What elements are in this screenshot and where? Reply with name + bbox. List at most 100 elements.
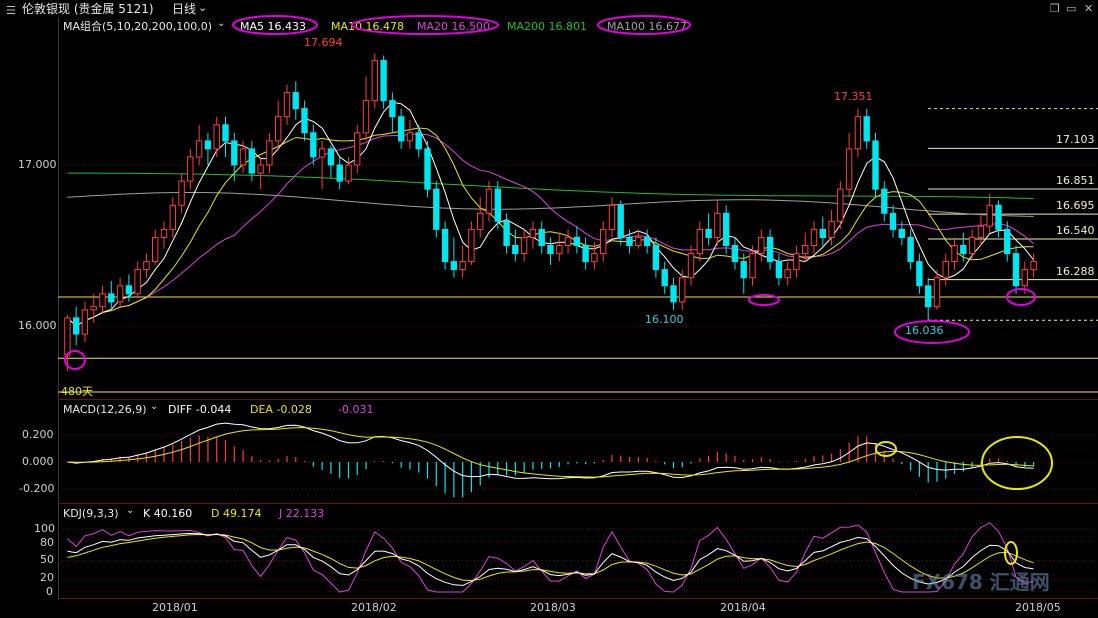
candle-body-55 [547,245,554,255]
candle-body-28 [310,132,317,158]
kdj-settings-icon[interactable]: ⌄ [126,505,134,516]
candle-body-48 [485,188,493,214]
time-label-apr: 2018/04 [720,601,766,614]
panel-separator-macd [58,399,1098,400]
price-tick-17: 17.000 [18,158,57,171]
candle-body-15 [195,140,203,158]
window-controls: ❐ ▭ ✕ [1046,2,1096,16]
level-label-16288: 16.288 [1056,265,1095,278]
ma10-value: MA10 16.478 [331,20,405,33]
kdj-k-line [67,532,1034,586]
candle-body-78 [749,253,756,279]
candle-body-61 [600,228,607,255]
candle-body-90 [854,116,862,150]
price-chart-svg[interactable] [0,0,1098,618]
macd-dea-value: DEA -0.028 [250,403,312,416]
candle-body-20 [239,148,247,166]
macd-label[interactable]: MACD(12,26,9) [63,403,147,417]
high-label-17351: 17.351 [834,90,873,103]
ma100-value: MA100 16.677 [607,20,688,33]
candle-body-49 [494,188,502,222]
candle-body-85 [810,228,818,246]
kdj-tick-1: 80 [40,536,54,549]
macd-settings-icon[interactable]: ⌄ [150,401,158,412]
candle-body-69 [670,285,677,303]
ma-combination-label[interactable]: MA组合(5,10,20,200,100,0) [63,20,212,34]
highlight-circle-kdj [1004,541,1018,565]
menu-icon[interactable]: ☰ [6,4,16,17]
candle-body-95 [898,228,905,238]
macd-value: -0.031 [338,403,374,416]
candle-body-13 [178,180,185,206]
candle-body-86 [819,228,826,238]
candle-body-16 [204,140,212,150]
candle-body-83 [793,253,800,271]
candle-body-93 [881,188,888,214]
candle-body-33 [354,132,361,166]
candle-body-52 [520,236,528,254]
candle-body-5 [108,293,115,303]
candle-body-68 [661,269,668,287]
restore-icon[interactable]: ❐ [1050,2,1060,15]
menu-more-icon[interactable]: ▭ [1066,2,1076,15]
candle-body-105 [986,204,993,227]
candle-body-67 [652,245,660,271]
candle-body-96 [907,236,914,263]
macd-tick-1: 0.000 [22,455,54,468]
candle-body-46 [468,228,475,263]
candle-body-7 [125,285,133,295]
candle-body-11 [160,228,168,238]
candle-body-42 [433,188,440,230]
candle-body-31 [336,164,343,182]
watermark-text: FX678 汇通网 [912,570,1050,594]
candle-body-60 [591,253,598,263]
candle-body-80 [766,236,774,263]
time-label-jan: 2018/01 [152,601,198,614]
candle-body-38 [398,116,405,142]
candle-body-65 [635,236,642,246]
candle-body-53 [529,228,537,238]
candle-body-107 [1004,228,1011,255]
candle-body-44 [450,261,458,271]
kdj-d-line [67,533,1034,582]
candle-body-79 [758,236,765,254]
candle-body-40 [415,132,422,150]
time-label-mar: 2018/03 [530,601,576,614]
level-label-17103: 17.103 [1056,133,1095,146]
candle-body-94 [889,212,897,230]
highlight-circle-5 [1006,288,1036,306]
period-selector[interactable]: 日线 [172,2,196,16]
kdj-tick-2: 50 [40,553,54,566]
ma5-value: MA5 16.433 [240,20,307,33]
candle-body-74 [714,212,721,238]
candle-body-24 [275,116,282,142]
candle-body-102 [960,245,967,255]
candle-body-73 [705,228,712,238]
ma-settings-icon[interactable]: ⌄ [217,18,225,29]
candle-body-4 [99,293,106,308]
candle-body-75 [723,212,730,247]
low-label-16036: 16.036 [905,324,944,337]
level-label-16851: 16.851 [1056,174,1095,187]
kdj-label[interactable]: KDJ(9,3,3) [63,507,119,521]
instrument-title: 伦敦银现 (贵金属 5121) [22,2,154,16]
candle-body-106 [995,204,1002,230]
price-tick-16: 16.000 [18,319,57,332]
candle-body-50 [503,220,510,246]
candle-body-47 [477,212,484,230]
chevron-down-icon[interactable]: ⌄ [198,1,207,14]
candle-body-37 [389,100,396,118]
candle-body-87 [828,220,835,238]
candle-body-1 [73,317,80,335]
candle-body-54 [538,228,545,246]
candle-body-81 [775,261,783,279]
candle-body-45 [459,261,466,271]
candle-body-70 [679,277,686,303]
close-icon[interactable]: ✕ [1084,2,1093,15]
ma200-value: MA200 16.801 [507,20,588,33]
kdj-tick-4: 0 [46,585,53,598]
candle-body-35 [371,59,379,102]
candle-body-104 [977,225,985,238]
candle-body-72 [696,228,703,255]
candle-body-62 [608,204,616,230]
